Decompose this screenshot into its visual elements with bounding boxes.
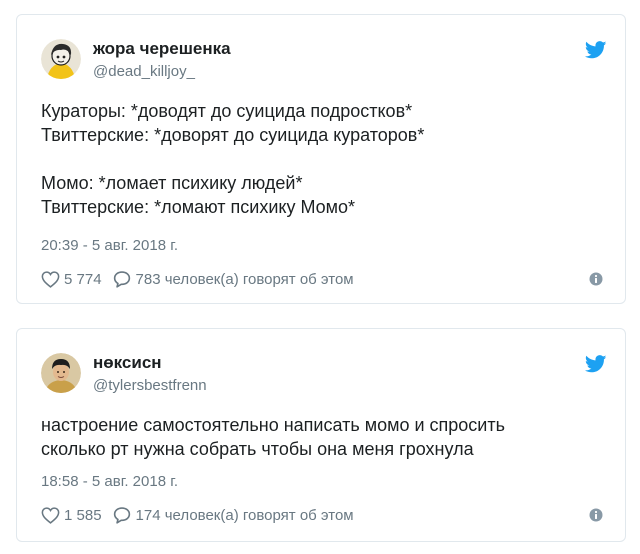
reply-count: 783 человек(а) говорят об этом <box>135 270 354 288</box>
tweet-text-line: сколько рт нужна собрать чтобы она меня … <box>41 439 474 459</box>
tweet-text-line: настроение самостоятельно написать момо … <box>41 415 505 435</box>
speech-bubble-icon <box>113 507 130 524</box>
like-count: 5 774 <box>64 270 102 288</box>
display-name[interactable]: нөксисн <box>93 353 162 373</box>
avatar[interactable] <box>41 353 81 393</box>
speech-bubble-icon <box>113 271 130 288</box>
tweet-text-line: Кураторы: *доводят до суицида подростков… <box>41 101 413 121</box>
reply-button[interactable]: 783 человек(а) говорят об этом <box>112 270 354 288</box>
like-button[interactable]: 1 585 <box>41 507 102 524</box>
screen-name[interactable]: @dead_killjoy_ <box>93 63 195 80</box>
reply-button[interactable]: 174 человек(а) говорят об этом <box>112 506 354 524</box>
action-bar: 1 585 174 человек(а) говорят об этом <box>41 504 603 526</box>
twitter-bird-icon[interactable] <box>585 355 607 373</box>
tweet-card[interactable]: нөксисн @tylersbestfrenn настроение само… <box>16 328 626 542</box>
display-name[interactable]: жора черешенка <box>93 39 231 59</box>
twitter-bird-icon[interactable] <box>585 41 607 59</box>
reply-count: 174 человек(а) говорят об этом <box>135 506 354 524</box>
tweet-card[interactable]: жора черешенка @dead_killjoy_ Кураторы: … <box>16 14 626 304</box>
tweet-text-line: Твиттерские: *ломают психику Момо* <box>41 197 356 217</box>
info-icon[interactable] <box>589 508 603 522</box>
tweet-text: Кураторы: *доводят до суицида подростков… <box>41 99 605 219</box>
timestamp[interactable]: 18:58 - 5 авг. 2018 г. <box>41 473 178 490</box>
timestamp[interactable]: 20:39 - 5 авг. 2018 г. <box>41 237 178 254</box>
photo-avatar-icon <box>41 353 81 393</box>
tweet-text-line: Твиттерские: *доворят до суицида куратор… <box>41 125 425 145</box>
info-icon[interactable] <box>589 272 603 286</box>
like-count: 1 585 <box>64 506 102 524</box>
tweet-text-line: Момо: *ломает психику людей* <box>41 173 303 193</box>
heart-icon <box>41 506 60 524</box>
action-bar: 5 774 783 человек(а) говорят об этом <box>41 268 603 290</box>
tweet-text: настроение самостоятельно написать момо … <box>41 413 605 461</box>
tweet-text-line <box>41 147 605 171</box>
heart-icon <box>41 270 60 288</box>
like-button[interactable]: 5 774 <box>41 271 102 288</box>
cartoon-avatar-icon <box>41 39 81 79</box>
avatar[interactable] <box>41 39 81 79</box>
screen-name[interactable]: @tylersbestfrenn <box>93 377 207 394</box>
